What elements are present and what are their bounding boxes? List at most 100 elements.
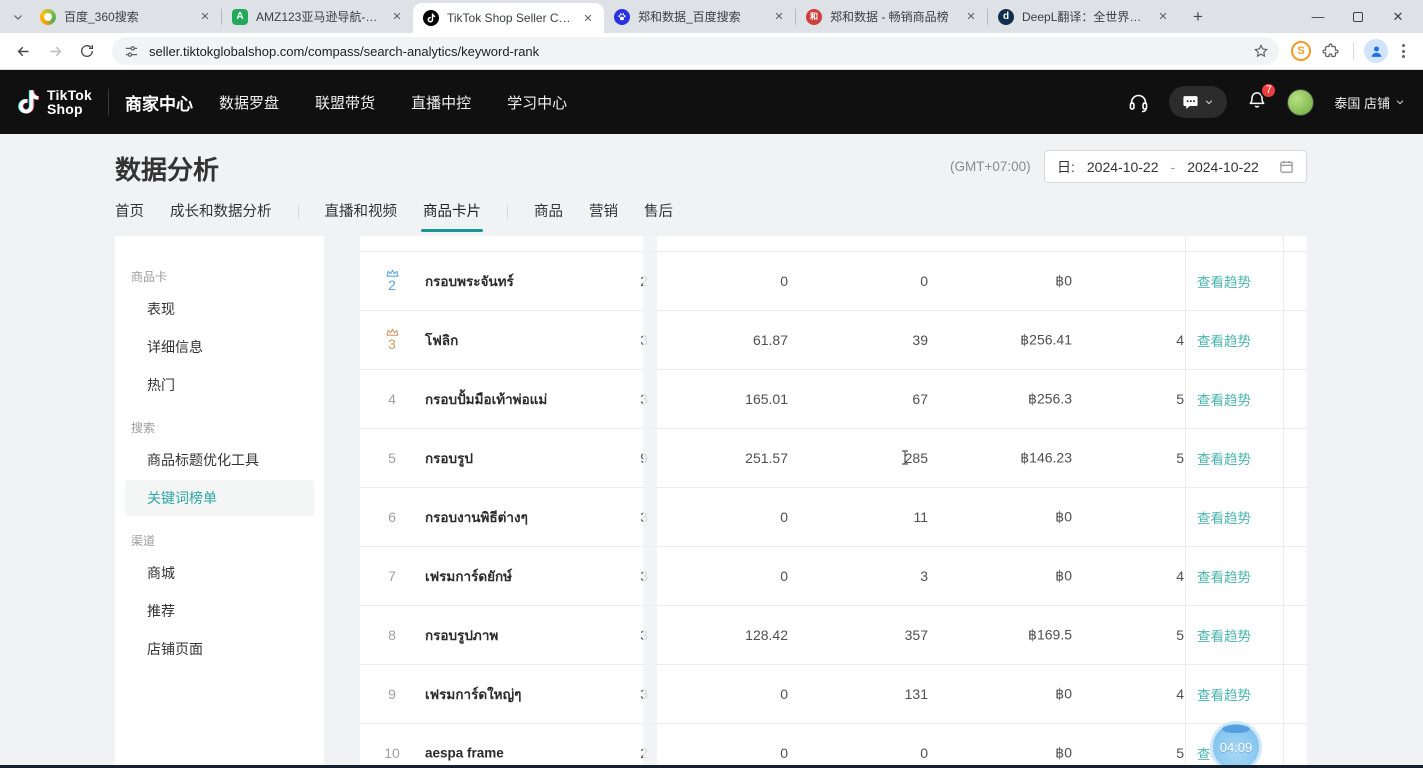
new-tab-button[interactable]: + xyxy=(1185,4,1211,30)
seller-center-header: TikTokShop 商家中心 数据罗盘 联盟带货 直播中控 学习中心 7 泰 xyxy=(0,70,1423,134)
back-icon[interactable] xyxy=(10,38,36,64)
bookmark-star-icon[interactable] xyxy=(1253,43,1269,59)
view-trend-link[interactable]: 查看趋势 xyxy=(1197,511,1251,526)
shop-switcher[interactable]: 泰国 店铺 xyxy=(1334,93,1405,112)
url-text[interactable]: seller.tiktokglobalshop.com/compass/sear… xyxy=(149,44,1243,59)
sidebar-item-keyword-rank[interactable]: 关键词榜单 xyxy=(125,480,314,516)
screen-recording-timer[interactable]: 04:09 xyxy=(1210,721,1262,768)
browser-window: 百度_360搜索 ✕ A AMZ123亚马逊导航-跨境 ✕ TikTok Sho… xyxy=(0,0,1423,768)
chevron-down-icon xyxy=(1204,97,1214,107)
keyword-cell: กรอบพระจันทร์ xyxy=(425,270,514,292)
browser-tab-active[interactable]: TikTok Shop Seller Cente ✕ xyxy=(413,3,604,33)
close-icon[interactable]: ✕ xyxy=(389,9,405,25)
sidebar-item-details[interactable]: 详细信息 xyxy=(125,329,314,365)
shop-name: 泰国 店铺 xyxy=(1334,93,1390,112)
tab-growth-analytics[interactable]: 成长和数据分析 xyxy=(170,200,272,223)
value-a: 165.01 xyxy=(658,391,788,407)
view-trend-link[interactable]: 查看趋势 xyxy=(1197,334,1251,349)
rank-cell: 3 xyxy=(374,311,410,369)
clipped-value: 2 xyxy=(608,745,648,761)
sidebar-item-mall[interactable]: 商城 xyxy=(125,555,314,591)
notifications-button[interactable]: 7 xyxy=(1247,90,1267,115)
close-window-button[interactable]: ✕ xyxy=(1391,10,1405,24)
browser-tab-1[interactable]: 百度_360搜索 ✕ xyxy=(30,0,221,33)
clipped-value: 3 xyxy=(608,391,648,407)
reload-icon[interactable] xyxy=(74,38,100,64)
headset-support-icon[interactable] xyxy=(1128,92,1149,113)
tiktok-shop-logo[interactable]: TikTokShop xyxy=(18,88,92,116)
rank-cell: 8 xyxy=(374,606,410,664)
shop-avatar[interactable] xyxy=(1287,89,1314,116)
notification-badge: 7 xyxy=(1260,82,1277,99)
zhenghe-icon: 和 xyxy=(806,9,822,25)
view-trend-link[interactable]: 查看趋势 xyxy=(1197,393,1251,408)
tab-product-card[interactable]: 商品卡片 xyxy=(423,200,481,223)
view-trend-link[interactable]: 查看趋势 xyxy=(1197,275,1251,290)
address-bar[interactable]: seller.tiktokglobalshop.com/compass/sear… xyxy=(112,37,1279,65)
browser-menu-icon[interactable] xyxy=(1394,44,1413,58)
gmv-value: ฿0 xyxy=(942,745,1072,762)
sidebar-item-title-optimizer[interactable]: 商品标题优化工具 xyxy=(125,442,314,478)
value-b: 131 xyxy=(798,686,928,702)
date-separator: - xyxy=(1171,159,1176,175)
site-info-icon[interactable] xyxy=(124,44,139,59)
tab-product[interactable]: 商品 xyxy=(534,200,563,223)
value-b: 11 xyxy=(798,509,928,525)
close-icon[interactable]: ✕ xyxy=(580,10,596,26)
messages-button[interactable] xyxy=(1169,86,1227,118)
browser-tab-5[interactable]: 和 郑和数据 - 畅销商品榜 ✕ xyxy=(796,0,987,33)
tab-marketing[interactable]: 营销 xyxy=(589,200,618,223)
tab-after-sales[interactable]: 售后 xyxy=(644,200,673,223)
maximize-button[interactable] xyxy=(1351,10,1365,24)
browser-tab-4[interactable]: 郑和数据_百度搜索 ✕ xyxy=(604,0,795,33)
clipped-value: 3 xyxy=(608,509,648,525)
close-icon[interactable]: ✕ xyxy=(197,9,213,25)
nav-seller-center[interactable]: 商家中心 xyxy=(125,90,193,115)
tab-search-chevron-icon[interactable] xyxy=(6,5,30,29)
value-a: 0 xyxy=(658,568,788,584)
table-row: 5 กรอบรูป 9 251.57 285 ฿146.23 5 查看趋势 xyxy=(360,429,1307,488)
view-trend-link[interactable]: 查看趋势 xyxy=(1197,452,1251,467)
sidebar-item-recommend[interactable]: 推荐 xyxy=(125,593,314,629)
minimize-button[interactable]: — xyxy=(1311,10,1325,24)
tab-divider xyxy=(298,205,299,219)
nav-data-compass[interactable]: 数据罗盘 xyxy=(219,92,279,113)
table-row: 4 กรอบปั้มมือเท้าพ่อแม่ 3 165.01 67 ฿256… xyxy=(360,370,1307,429)
tab-home[interactable]: 首页 xyxy=(115,200,144,223)
browser-tab-2[interactable]: A AMZ123亚马逊导航-跨境 ✕ xyxy=(222,0,413,33)
keyword-rank-table: 2 กรอบพระจันทร์ 2 0 0 ฿0 查看趋势 3 โฟลิก 3 … xyxy=(360,236,1307,768)
tab-divider xyxy=(507,205,508,219)
sidebar-item-trending[interactable]: 热门 xyxy=(125,367,314,403)
date-range-picker[interactable]: 日: 2024-10-22 - 2024-10-22 xyxy=(1044,150,1307,183)
sidebar-item-shop-page[interactable]: 店铺页面 xyxy=(125,631,314,667)
forward-icon[interactable] xyxy=(42,38,68,64)
s-extension-icon[interactable]: S xyxy=(1291,41,1311,61)
gmv-value: ฿0 xyxy=(942,509,1072,526)
value-a: 0 xyxy=(658,686,788,702)
close-icon[interactable]: ✕ xyxy=(1155,9,1171,25)
view-trend-link[interactable]: 查看趋势 xyxy=(1197,570,1251,585)
tab-live-video[interactable]: 直播和视频 xyxy=(325,200,398,223)
sidebar-item-performance[interactable]: 表现 xyxy=(125,291,314,327)
value-b: 39 xyxy=(798,332,928,348)
value-b: 0 xyxy=(798,745,928,761)
table-right-border xyxy=(1283,236,1284,768)
nav-live-console[interactable]: 直播中控 xyxy=(411,92,471,113)
nav-learning-center[interactable]: 学习中心 xyxy=(507,92,567,113)
clipped-value-right: 4 xyxy=(1155,332,1184,348)
recording-time: 04:09 xyxy=(1220,740,1253,755)
profile-avatar[interactable] xyxy=(1364,39,1388,63)
nav-affiliate[interactable]: 联盟带货 xyxy=(315,92,375,113)
table-row: 8 กรอบรูปภาพ 3 128.42 357 ฿169.5 5 查看趋势 xyxy=(360,606,1307,665)
view-trend-link[interactable]: 查看趋势 xyxy=(1197,688,1251,703)
amz123-icon: A xyxy=(232,9,248,25)
header-divider xyxy=(108,89,109,115)
close-icon[interactable]: ✕ xyxy=(963,9,979,25)
clipped-value: 3 xyxy=(608,627,648,643)
view-trend-link[interactable]: 查看趋势 xyxy=(1197,629,1251,644)
table-row: 6 กรอบงานพิธีต่างๆ 3 0 11 ฿0 查看趋势 xyxy=(360,488,1307,547)
browser-tab-6[interactable]: d DeepL翻译：全世界最准 ✕ xyxy=(988,0,1179,33)
keyword-cell: โฟลิก xyxy=(425,329,458,351)
extensions-puzzle-icon[interactable] xyxy=(1317,38,1343,64)
close-icon[interactable]: ✕ xyxy=(771,9,787,25)
